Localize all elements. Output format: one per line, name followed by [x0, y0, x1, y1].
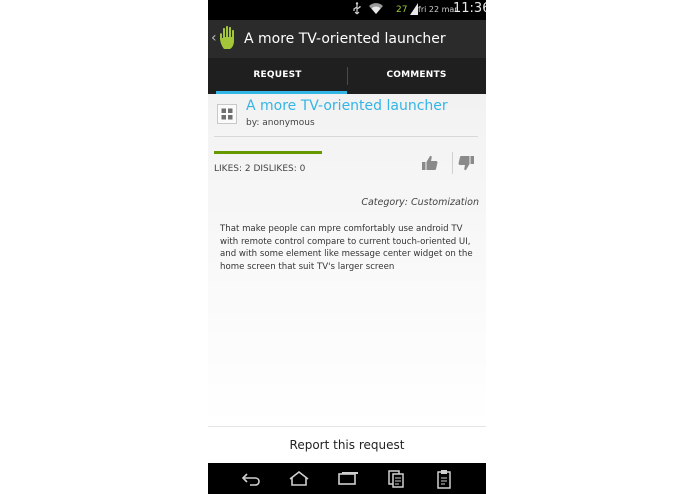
- request-author: by: anonymous: [246, 118, 315, 128]
- divider: [214, 136, 478, 137]
- tab-request[interactable]: REQUEST: [208, 58, 347, 94]
- back-chevron-icon[interactable]: ‹: [211, 28, 217, 48]
- request-detail: A more TV-oriented launcher by: anonymou…: [208, 94, 486, 426]
- wifi-icon: [368, 3, 384, 21]
- thumbs-down-icon[interactable]: [457, 154, 475, 172]
- report-request-button[interactable]: Report this request: [208, 426, 486, 464]
- usb-icon: [351, 2, 363, 22]
- request-grid-icon: [217, 104, 237, 124]
- recents-icon[interactable]: [336, 469, 358, 489]
- phone-screen: 27 fri 22 mar 11:36 ‹ A more TV-oriented…: [208, 0, 486, 494]
- tab-comments[interactable]: COMMENTS: [347, 58, 486, 94]
- home-icon[interactable]: [288, 469, 310, 489]
- hand-logo-icon[interactable]: [218, 25, 240, 51]
- clipboard-icon[interactable]: [433, 469, 455, 489]
- status-date: fri 22 mar: [418, 5, 458, 14]
- likes-ratio-bar: [214, 151, 322, 154]
- page-title: A more TV-oriented launcher: [244, 31, 446, 47]
- report-request-label: Report this request: [289, 438, 405, 452]
- copy-icon[interactable]: [385, 469, 407, 489]
- back-icon[interactable]: [240, 469, 262, 489]
- request-description: That make people can mpre comfortably us…: [220, 224, 473, 272]
- status-bar: 27 fri 22 mar 11:36: [208, 0, 486, 20]
- action-bar: ‹ A more TV-oriented launcher: [208, 20, 486, 58]
- signal-icon: [410, 3, 418, 21]
- likes-summary: LIKES: 2 DISLIKES: 0: [214, 164, 306, 174]
- status-time: 11:36: [453, 1, 486, 16]
- battery-level: 27: [396, 5, 408, 15]
- likes-ratio-fill: [214, 151, 322, 154]
- navigation-bar: [208, 463, 486, 494]
- request-title: A more TV-oriented launcher: [246, 98, 448, 114]
- request-category: Category: Customization: [361, 197, 479, 208]
- tab-bar: REQUEST COMMENTS: [208, 58, 486, 94]
- thumbs-up-icon[interactable]: [421, 154, 439, 172]
- vote-divider: [452, 152, 453, 174]
